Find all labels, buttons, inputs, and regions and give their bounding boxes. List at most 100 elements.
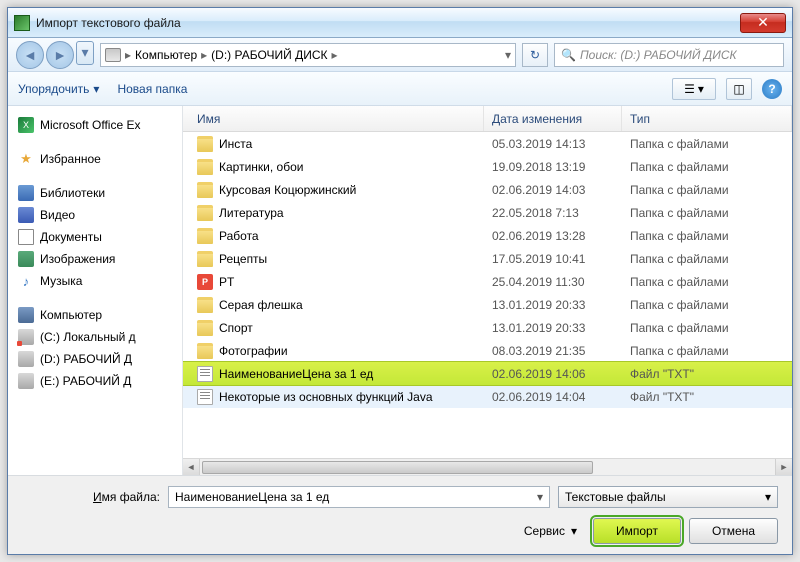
sidebar-drive-c[interactable]: (C:) Локальный д [12,326,178,348]
file-type: Папка с файлами [622,206,792,220]
filter-dropdown[interactable]: Текстовые файлы ▾ [558,486,778,508]
file-name: Фотографии [219,344,288,358]
video-icon [18,207,34,223]
sidebar-drive-d[interactable]: (D:) РАБОЧИЙ Д [12,348,178,370]
txt-icon [197,389,213,405]
sidebar: XMicrosoft Office Ex ★Избранное Библиоте… [8,106,183,475]
app-icon [14,15,30,31]
file-name: Некоторые из основных функций Java [219,390,433,404]
file-date: 02.06.2019 14:03 [484,183,622,197]
file-row[interactable]: Картинки, обои19.09.2018 13:19Папка с фа… [183,155,792,178]
column-name[interactable]: Имя [189,106,484,131]
sidebar-music[interactable]: ♪Музыка [12,270,178,292]
chevron-down-icon[interactable]: ▾ [537,490,543,504]
folder-icon [197,320,213,336]
breadcrumb-path[interactable]: (D:) РАБОЧИЙ ДИСК [211,48,327,62]
file-name: PT [219,275,234,289]
scroll-left-button[interactable]: ◄ [183,459,200,476]
file-type: Папка с файлами [622,252,792,266]
file-date: 02.06.2019 14:06 [484,367,622,381]
breadcrumb[interactable]: ▸ Компьютер ▸ (D:) РАБОЧИЙ ДИСК ▸ ▾ [100,43,516,67]
folder-icon [197,205,213,221]
service-menu[interactable]: Сервис▾ [524,524,577,538]
file-name: Спорт [219,321,253,335]
file-row[interactable]: Фотографии08.03.2019 21:35Папка с файлам… [183,339,792,362]
file-row[interactable]: Некоторые из основных функций Java02.06.… [183,385,792,408]
sidebar-office[interactable]: XMicrosoft Office Ex [12,114,178,136]
file-row[interactable]: Инста05.03.2019 14:13Папка с файлами [183,132,792,155]
file-name: Рецепты [219,252,267,266]
folder-icon [197,343,213,359]
forward-button[interactable]: ► [46,41,74,69]
drive-icon [18,351,34,367]
column-date[interactable]: Дата изменения [484,106,622,131]
file-rows[interactable]: Инста05.03.2019 14:13Папка с файламиКарт… [183,132,792,458]
horizontal-scrollbar[interactable]: ◄ ► [183,458,792,475]
file-name: Литература [219,206,284,220]
sidebar-documents[interactable]: Документы [12,226,178,248]
close-button[interactable]: ✕ [740,13,786,33]
file-type: Папка с файлами [622,275,792,289]
new-folder-button[interactable]: Новая папка [117,82,187,96]
refresh-button[interactable]: ↻ [522,43,548,67]
search-icon: 🔍 [561,48,576,62]
sidebar-images[interactable]: Изображения [12,248,178,270]
file-name: Курсовая Коцюржинский [219,183,356,197]
pane-icon: ◫ [733,82,744,96]
drive-icon [18,329,34,345]
folder-icon [197,136,213,152]
folder-icon [197,182,213,198]
search-input[interactable]: 🔍 Поиск: (D:) РАБОЧИЙ ДИСК [554,43,784,67]
help-button[interactable]: ? [762,79,782,99]
excel-icon: X [18,117,34,133]
file-date: 02.06.2019 13:28 [484,229,622,243]
column-type[interactable]: Тип [622,106,792,131]
organize-menu[interactable]: Упорядочить▾ [18,82,99,96]
folder-icon [197,251,213,267]
sidebar-favorites[interactable]: ★Избранное [12,148,178,170]
file-row[interactable]: PPT25.04.2019 11:30Папка с файлами [183,270,792,293]
file-date: 13.01.2019 20:33 [484,298,622,312]
chevron-right-icon: ▸ [201,48,207,62]
file-type: Файл "TXT" [622,367,792,381]
drive-icon [18,373,34,389]
scroll-right-button[interactable]: ► [775,459,792,476]
history-dropdown[interactable]: ▾ [76,41,94,65]
file-date: 19.09.2018 13:19 [484,160,622,174]
file-type: Папка с файлами [622,321,792,335]
music-icon: ♪ [18,273,34,289]
back-button[interactable]: ◄ [16,41,44,69]
import-button[interactable]: Импорт [593,518,681,544]
cancel-button[interactable]: Отмена [689,518,778,544]
chevron-down-icon: ▾ [765,490,771,504]
file-row[interactable]: Спорт13.01.2019 20:33Папка с файлами [183,316,792,339]
breadcrumb-root[interactable]: Компьютер [135,48,197,62]
window-title: Импорт текстового файла [36,16,740,30]
file-row[interactable]: НаименованиеЦена за 1 ед02.06.2019 14:06… [183,362,792,385]
sidebar-drive-e[interactable]: (E:) РАБОЧИЙ Д [12,370,178,392]
preview-pane-button[interactable]: ◫ [726,78,752,100]
file-name: Инста [219,137,252,151]
sidebar-computer[interactable]: Компьютер [12,304,178,326]
titlebar[interactable]: Импорт текстового файла ✕ [8,8,792,38]
list-icon: ☰ [684,82,695,96]
sidebar-video[interactable]: Видео [12,204,178,226]
folder-icon [197,159,213,175]
chevron-down-icon[interactable]: ▾ [505,48,511,62]
column-headers: Имя Дата изменения Тип [183,106,792,132]
file-row[interactable]: Курсовая Коцюржинский02.06.2019 14:03Пап… [183,178,792,201]
file-row[interactable]: Рецепты17.05.2019 10:41Папка с файлами [183,247,792,270]
sidebar-libraries[interactable]: Библиотеки [12,182,178,204]
toolbar: Упорядочить▾ Новая папка ☰▾ ◫ ? [8,72,792,106]
file-row[interactable]: Литература22.05.2018 7:13Папка с файлами [183,201,792,224]
filename-row: Имя файла: НаименованиеЦена за 1 ед ▾ Те… [22,486,778,508]
file-row[interactable]: Работа02.06.2019 13:28Папка с файлами [183,224,792,247]
main-area: XMicrosoft Office Ex ★Избранное Библиоте… [8,106,792,475]
navigation-bar: ◄ ► ▾ ▸ Компьютер ▸ (D:) РАБОЧИЙ ДИСК ▸ … [8,38,792,72]
file-row[interactable]: Серая флешка13.01.2019 20:33Папка с файл… [183,293,792,316]
scroll-thumb[interactable] [202,461,593,474]
pt-icon: P [197,274,213,290]
button-row: Сервис▾ Импорт Отмена [22,518,778,544]
filename-input[interactable]: НаименованиеЦена за 1 ед ▾ [168,486,550,508]
view-mode-button[interactable]: ☰▾ [672,78,716,100]
